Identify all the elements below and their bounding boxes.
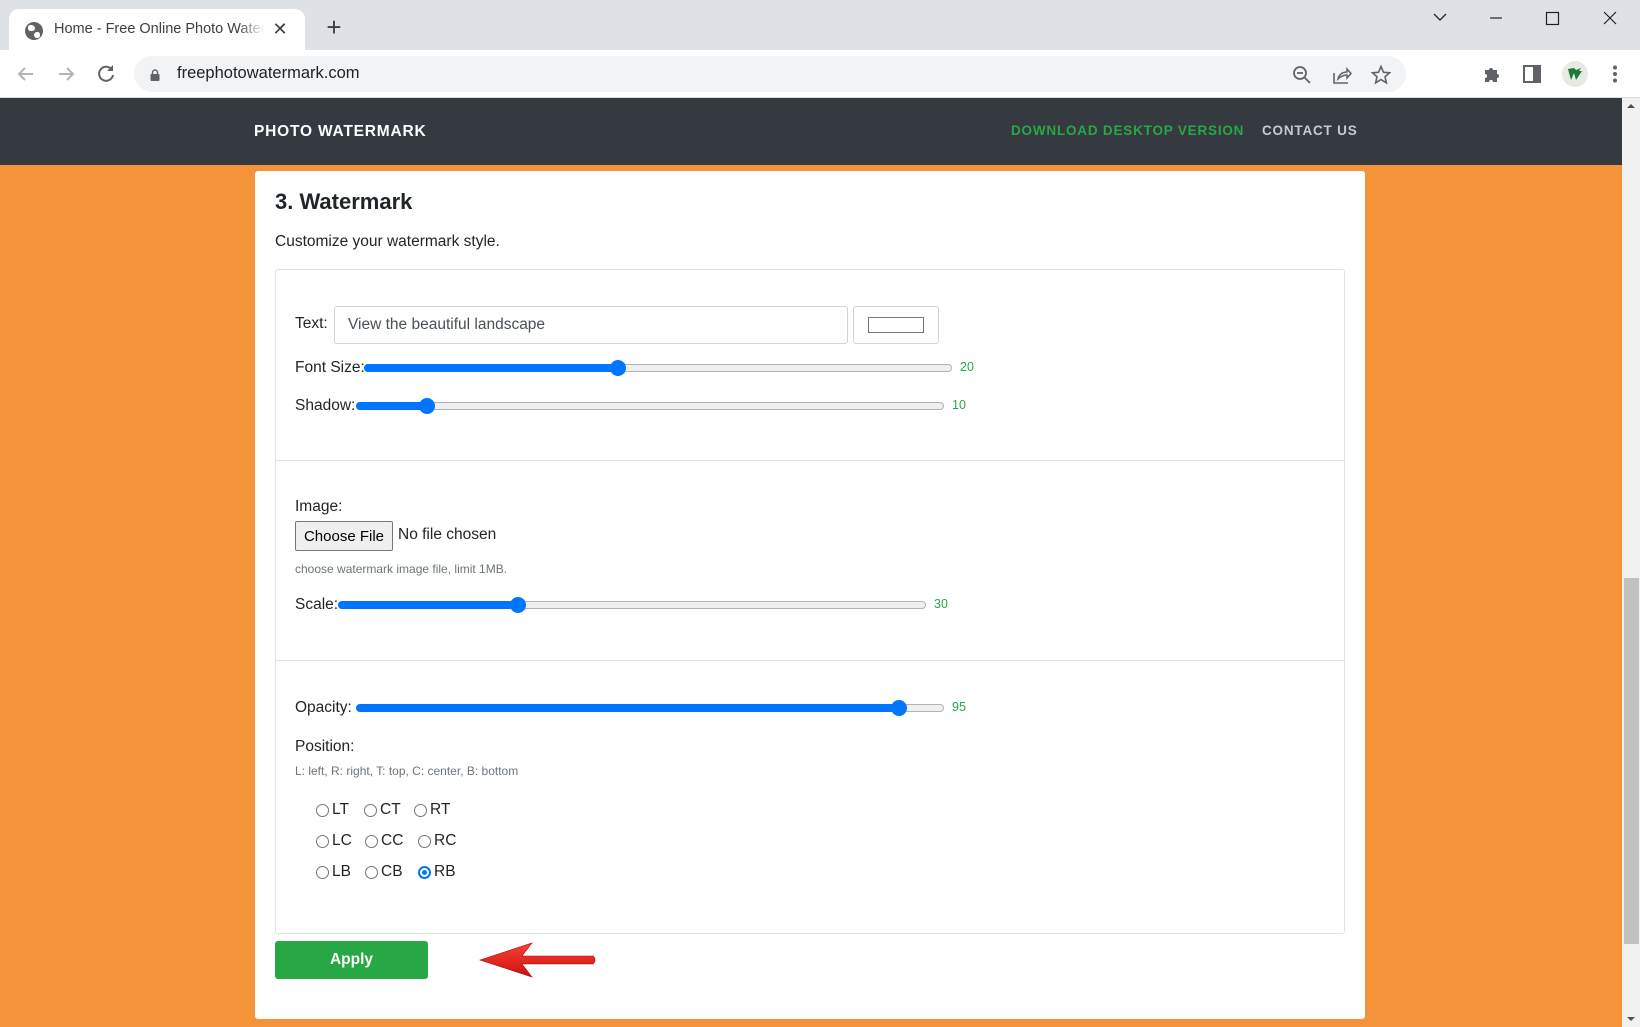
browser-tab[interactable]: Home - Free Online Photo Watermark ✕ <box>9 9 305 51</box>
slider-thumb[interactable] <box>509 597 526 613</box>
opacity-label: Opacity: <box>295 699 352 716</box>
scale-label: Scale: <box>295 596 339 613</box>
radio-label: RB <box>434 863 456 880</box>
position-radio-cc[interactable]: CC <box>365 832 403 850</box>
slider-thumb[interactable] <box>609 360 626 376</box>
radio-label: LT <box>332 801 349 818</box>
image-help-text: choose watermark image file, limit 1MB. <box>295 562 508 576</box>
text-label: Text: <box>295 315 328 332</box>
radio-dot[interactable] <box>316 865 329 879</box>
image-settings-panel: Image: Choose File No file chosen choose… <box>275 460 1345 661</box>
image-label: Image: <box>295 498 343 515</box>
position-radio-lt[interactable]: LT <box>316 801 349 819</box>
text-settings-panel: Text: Font Size: 20 Shadow: 10 <box>275 269 1345 461</box>
arrow-right-icon[interactable] <box>52 60 80 88</box>
scroll-up-arrow-icon[interactable] <box>1622 98 1640 114</box>
scrollbar-thumb[interactable] <box>1624 578 1639 944</box>
tab-title: Home - Free Online Photo Watermark <box>54 21 264 37</box>
window-close-icon[interactable] <box>1590 6 1630 32</box>
radio-label: CC <box>381 832 404 849</box>
scale-value: 30 <box>934 597 948 611</box>
maximize-icon[interactable] <box>1532 6 1572 32</box>
red-arrow-annotation-icon <box>479 942 596 978</box>
site-navbar: PHOTO WATERMARK DOWNLOAD DESKTOP VERSION… <box>0 98 1622 165</box>
globe-icon <box>25 22 43 40</box>
radio-label: RC <box>434 832 457 849</box>
scroll-down-arrow-icon[interactable] <box>1622 1011 1640 1027</box>
scale-slider[interactable] <box>338 597 926 613</box>
slider-fill <box>356 704 899 712</box>
radio-label: LC <box>332 832 352 849</box>
site-brand[interactable]: PHOTO WATERMARK <box>254 123 426 141</box>
kebab-menu-icon[interactable] <box>1604 63 1626 85</box>
url-text[interactable]: freephotowatermark.com <box>177 64 360 83</box>
lock-icon[interactable] <box>150 68 160 81</box>
radio-dot[interactable] <box>365 865 378 879</box>
radio-dot[interactable] <box>414 803 427 817</box>
avatar[interactable] <box>1562 61 1588 87</box>
star-icon[interactable] <box>1370 64 1392 86</box>
shadow-label: Shadow: <box>295 397 356 414</box>
nav-link-contact-us[interactable]: CONTACT US <box>1262 123 1358 138</box>
slider-thumb[interactable] <box>418 398 435 414</box>
zoom-out-icon[interactable] <box>1291 64 1313 86</box>
position-radio-cb[interactable]: CB <box>365 863 403 881</box>
radio-label: LB <box>332 863 351 880</box>
watermark-text-input[interactable] <box>334 306 848 344</box>
slider-fill <box>356 402 427 410</box>
browser-toolbar: freephotowatermark.com <box>0 50 1640 98</box>
opacity-slider[interactable] <box>356 700 944 716</box>
font-size-label: Font Size: <box>295 359 365 376</box>
radio-label: RT <box>430 801 451 818</box>
plus-icon[interactable]: + <box>322 14 346 40</box>
position-radio-rb[interactable]: RB <box>418 863 456 881</box>
text-color-picker[interactable] <box>853 306 939 344</box>
color-swatch <box>868 317 924 333</box>
radio-label: CT <box>380 801 401 818</box>
font-size-slider[interactable] <box>364 360 952 376</box>
radio-dot[interactable] <box>418 834 431 848</box>
close-icon[interactable]: ✕ <box>269 18 291 40</box>
watermark-card: 3. Watermark Customize your watermark st… <box>255 171 1365 1019</box>
position-label: Position: <box>295 738 355 755</box>
section-title: 3. Watermark <box>275 189 413 214</box>
choose-file-button[interactable]: Choose File <box>295 521 393 551</box>
radio-label: CB <box>381 863 403 880</box>
address-bar[interactable]: freephotowatermark.com <box>134 56 1406 92</box>
radio-dot[interactable] <box>418 865 431 879</box>
position-settings-panel: Opacity: 95 Position: L: left, R: right,… <box>275 660 1345 934</box>
position-legend: L: left, R: right, T: top, C: center, B:… <box>295 764 519 778</box>
puzzle-icon[interactable] <box>1481 63 1503 85</box>
page-scrollbar[interactable] <box>1622 98 1640 1027</box>
radio-dot[interactable] <box>316 834 329 848</box>
radio-dot[interactable] <box>364 803 377 817</box>
nav-link-download-desktop[interactable]: DOWNLOAD DESKTOP VERSION <box>1011 123 1244 138</box>
side-panel-icon[interactable] <box>1521 63 1543 85</box>
radio-dot[interactable] <box>365 834 378 848</box>
slider-thumb[interactable] <box>890 700 907 716</box>
arrow-left-icon[interactable] <box>12 60 40 88</box>
slider-track <box>356 402 944 410</box>
reload-icon[interactable] <box>92 60 120 88</box>
shadow-value: 10 <box>952 398 966 412</box>
position-radio-ct[interactable]: CT <box>364 801 401 819</box>
no-file-chosen-text: No file chosen <box>398 526 497 543</box>
tab-search-chevron-icon[interactable] <box>1420 6 1460 32</box>
tab-strip: Home - Free Online Photo Watermark ✕ + <box>0 0 1640 51</box>
apply-button[interactable]: Apply <box>275 941 428 979</box>
radio-dot[interactable] <box>316 803 329 817</box>
font-size-value: 20 <box>960 360 974 374</box>
page-viewport: PHOTO WATERMARK DOWNLOAD DESKTOP VERSION… <box>0 98 1622 1027</box>
slider-fill <box>338 601 518 609</box>
position-radio-lb[interactable]: LB <box>316 863 351 881</box>
position-radio-lc[interactable]: LC <box>316 832 352 850</box>
shadow-slider[interactable] <box>356 398 944 414</box>
slider-fill <box>364 364 618 372</box>
position-radio-rc[interactable]: RC <box>418 832 456 850</box>
section-subtitle: Customize your watermark style. <box>275 233 500 250</box>
position-radio-rt[interactable]: RT <box>414 801 450 819</box>
opacity-value: 95 <box>952 700 966 714</box>
minimize-icon[interactable] <box>1476 6 1516 32</box>
share-icon[interactable] <box>1331 64 1353 86</box>
